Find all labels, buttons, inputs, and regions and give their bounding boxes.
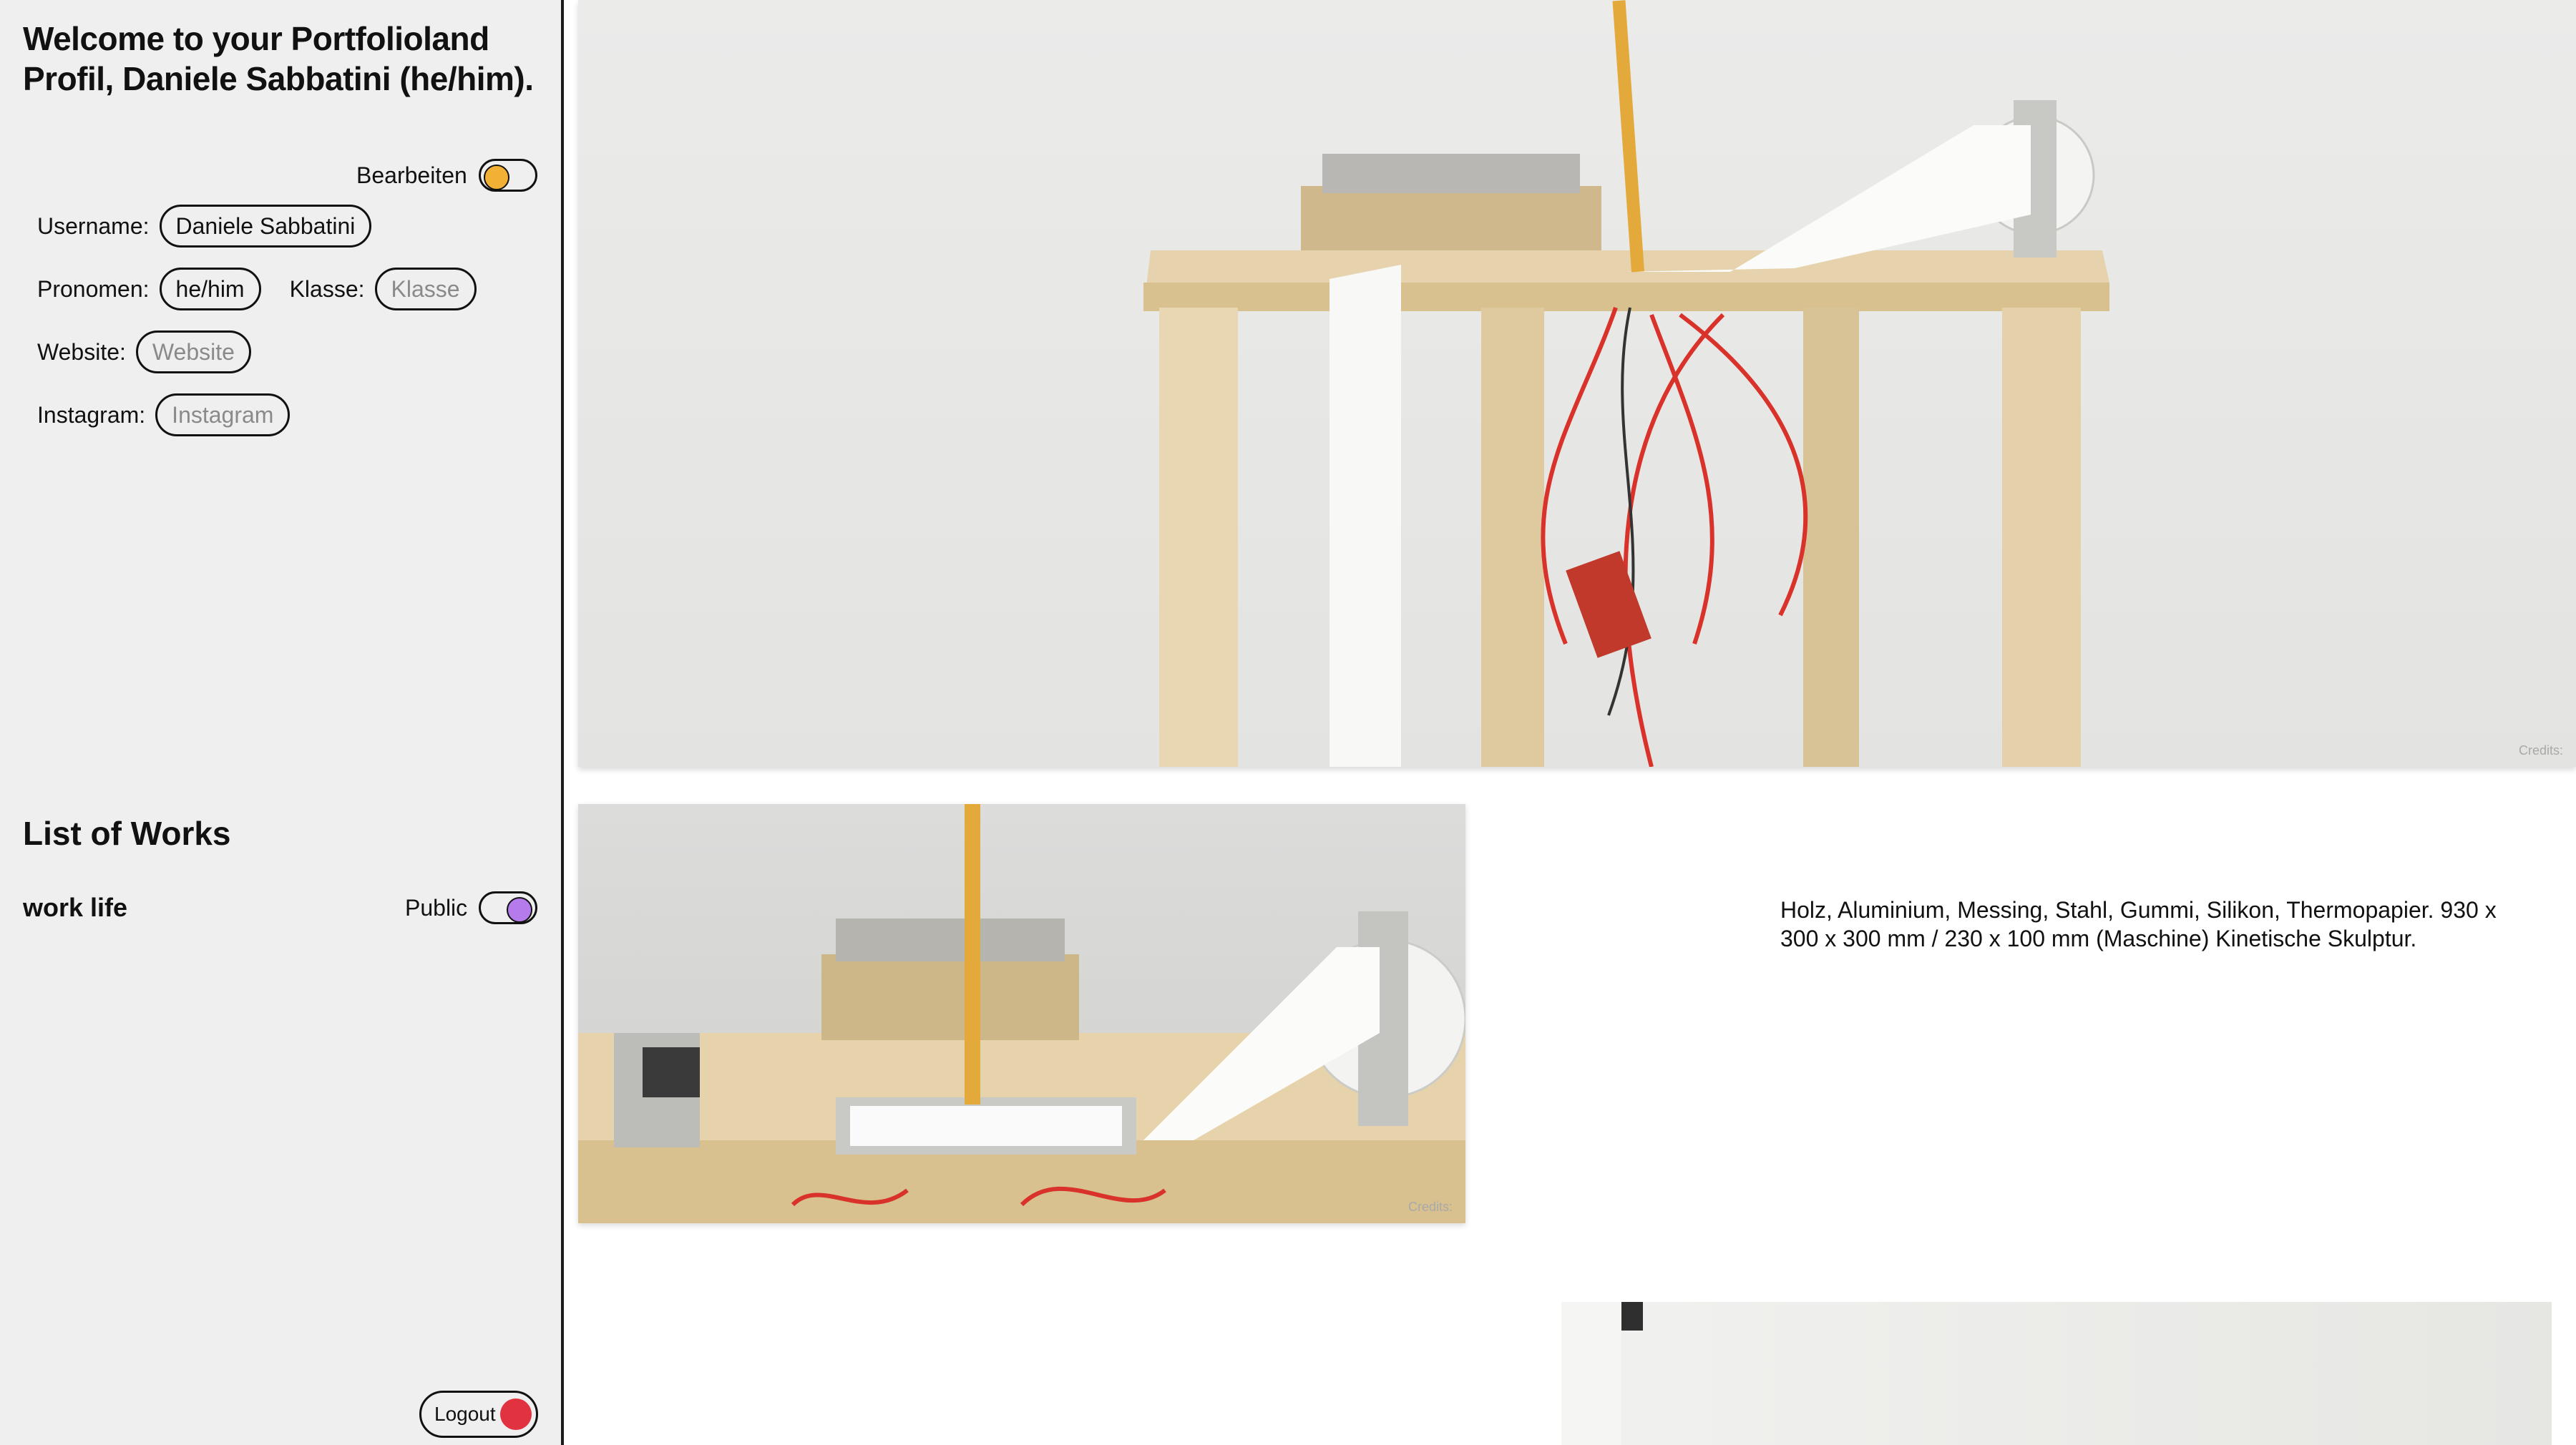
public-toggle-row: Public bbox=[405, 891, 538, 924]
sculpture-illustration bbox=[1143, 0, 2109, 767]
username-label: Username: bbox=[37, 212, 150, 239]
edit-toggle-label: Bearbeiten bbox=[356, 162, 467, 188]
website-label: Website: bbox=[37, 338, 126, 365]
logout-button[interactable]: Logout bbox=[419, 1391, 538, 1438]
instagram-label: Instagram: bbox=[37, 401, 146, 428]
website-input[interactable]: Website bbox=[135, 330, 251, 373]
pronouns-row: Pronomen: he/him Klasse: Klasse bbox=[37, 268, 477, 310]
edit-toggle-row: Bearbeiten bbox=[356, 159, 537, 192]
work-description: Holz, Aluminium, Messing, Stahl, Gummi, … bbox=[1780, 897, 2497, 951]
klasse-label: Klasse: bbox=[289, 275, 365, 302]
edit-toggle[interactable] bbox=[478, 159, 537, 192]
detail-artwork-image[interactable]: Credits: bbox=[578, 804, 1465, 1223]
list-of-works-heading: List of Works bbox=[23, 815, 231, 852]
klasse-input[interactable]: Klasse bbox=[374, 268, 477, 310]
profile-sidebar: Welcome to your Portfolioland Profil, Da… bbox=[0, 0, 564, 1445]
hero-credits: Credits: bbox=[2518, 743, 2563, 758]
pronouns-input[interactable]: he/him bbox=[159, 268, 261, 310]
logout-label: Logout bbox=[434, 1403, 496, 1425]
third-artwork-image[interactable] bbox=[1561, 1302, 2552, 1445]
username-row: Username: Daniele Sabbatini bbox=[37, 205, 372, 248]
third-illustration bbox=[1561, 1302, 1643, 1445]
logout-dot-icon bbox=[499, 1399, 532, 1430]
detail-credits: Credits: bbox=[1407, 1200, 1453, 1214]
toggle-knob bbox=[483, 165, 509, 190]
detail-illustration bbox=[578, 804, 1465, 1223]
hero-artwork-image[interactable]: Credits: bbox=[578, 0, 2576, 767]
instagram-input[interactable]: Instagram bbox=[155, 393, 291, 436]
pronouns-label: Pronomen: bbox=[37, 275, 150, 302]
username-input[interactable]: Daniele Sabbatini bbox=[159, 205, 372, 248]
public-toggle[interactable] bbox=[479, 891, 538, 924]
toggle-knob bbox=[507, 897, 533, 923]
public-toggle-label: Public bbox=[405, 894, 468, 921]
website-row: Website: Website bbox=[37, 330, 251, 373]
instagram-row: Instagram: Instagram bbox=[37, 393, 291, 436]
welcome-heading: Welcome to your Portfolioland Profil, Da… bbox=[23, 20, 534, 97]
work-item-title[interactable]: work life bbox=[23, 893, 127, 923]
